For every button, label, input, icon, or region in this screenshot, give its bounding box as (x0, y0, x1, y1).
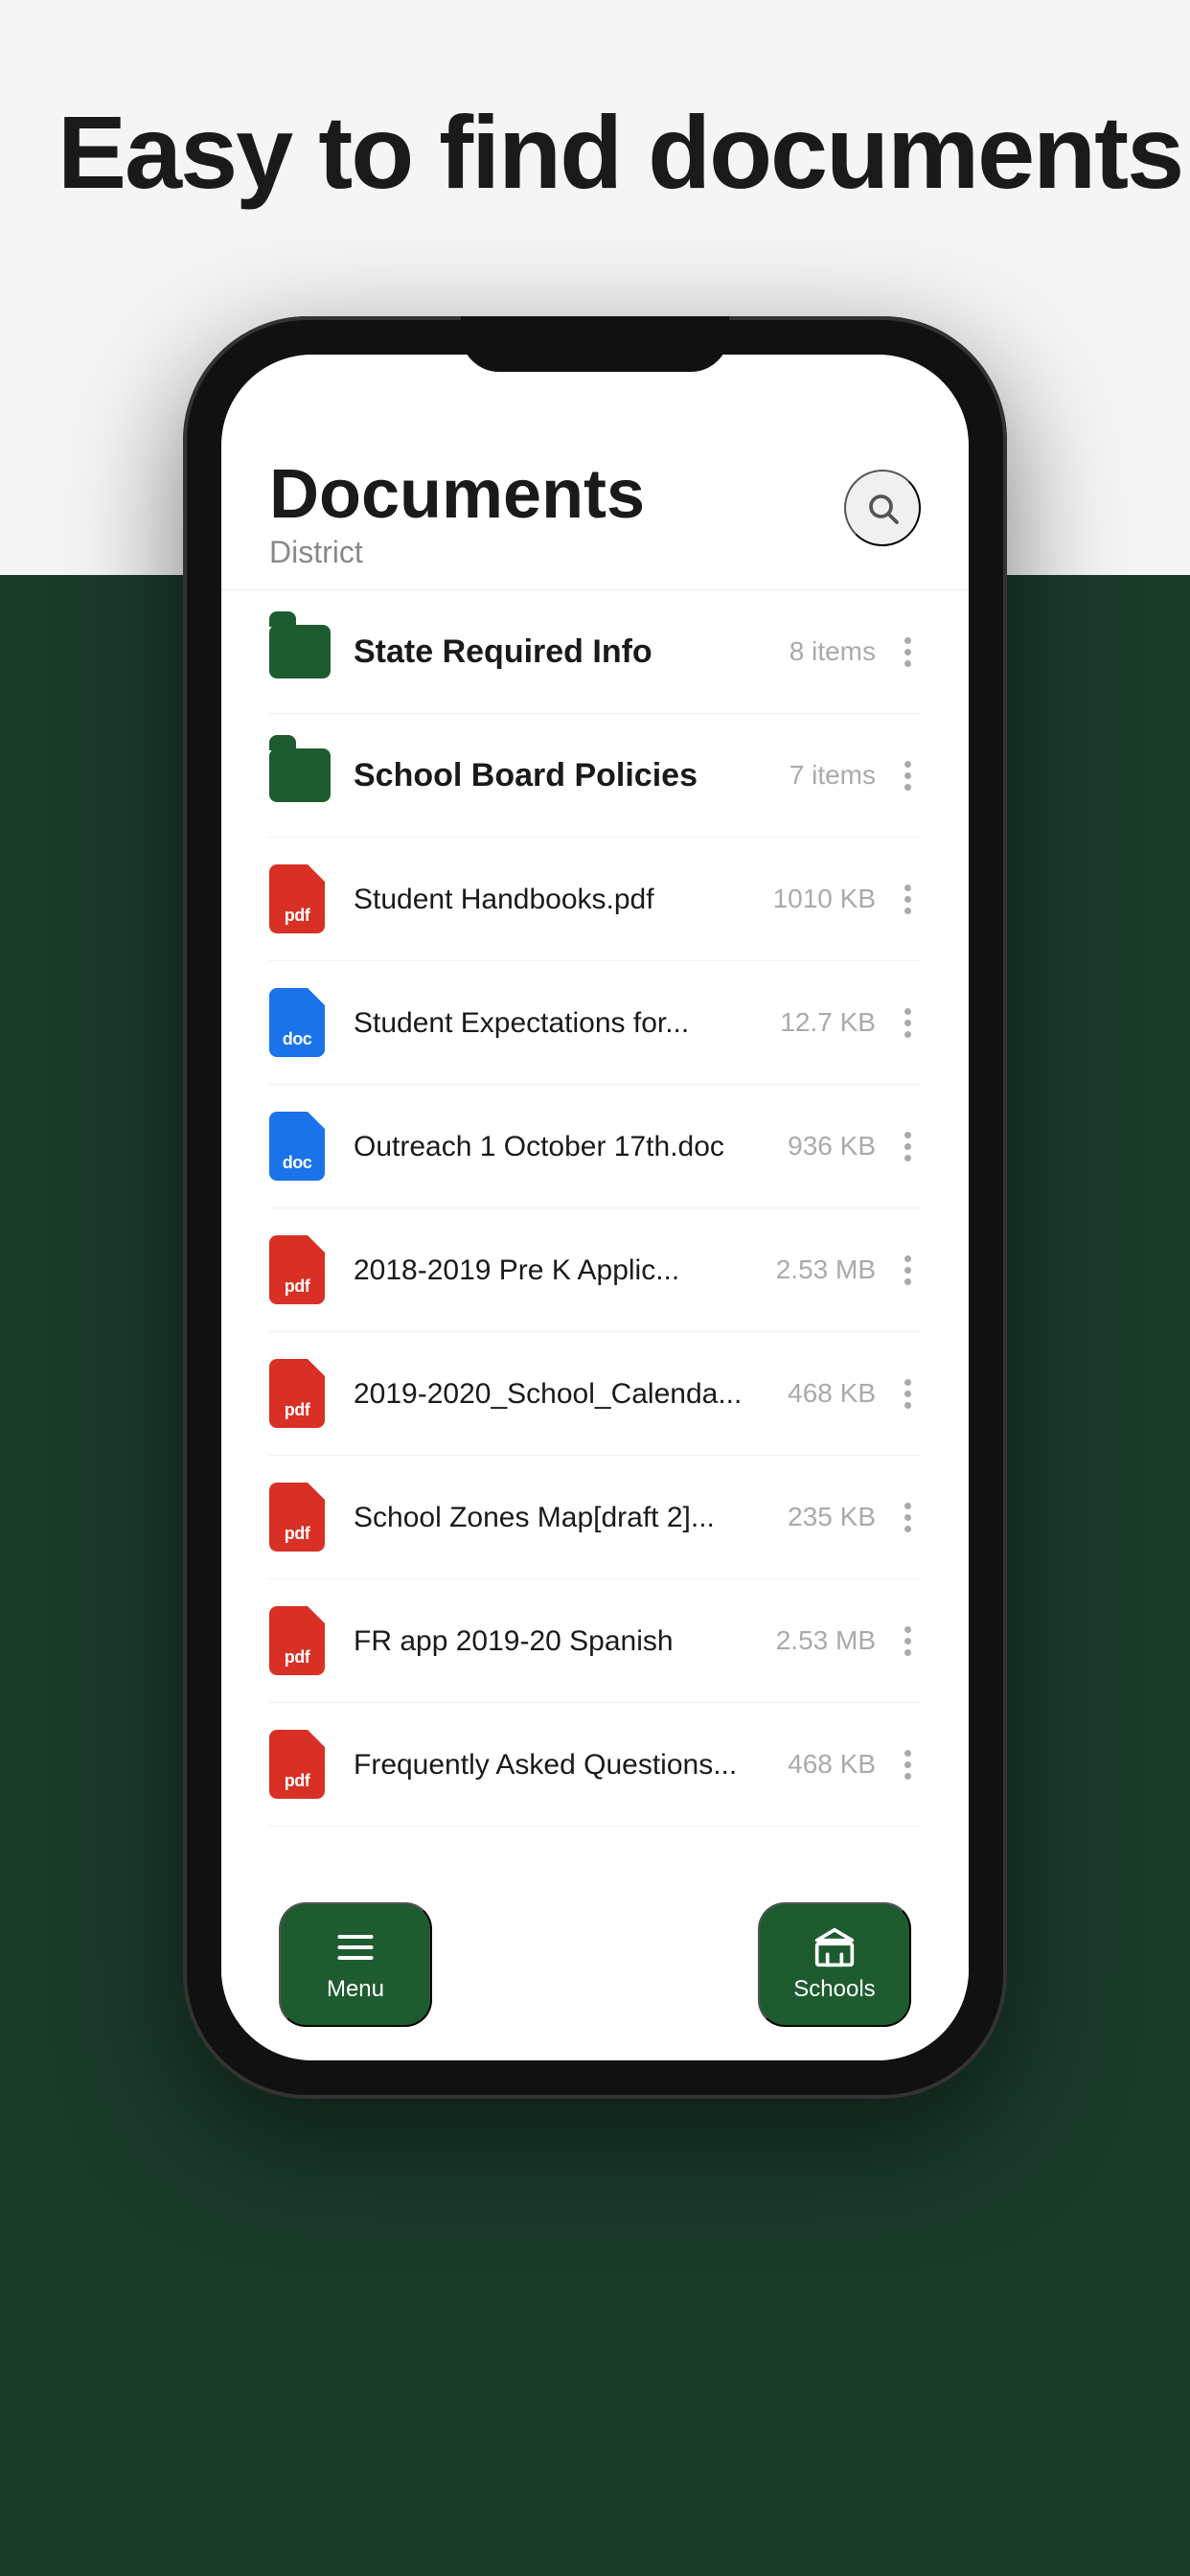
folder-name-board: School Board Policies (354, 754, 790, 796)
file-meta-spanish: 2.53 MB (776, 1625, 876, 1656)
file-item[interactable]: pdf FR app 2019-20 Spanish 2.53 MB (269, 1579, 921, 1703)
file-name-prek: 2018-2019 Pre K Applic... (354, 1252, 776, 1289)
file-meta-calendar: 468 KB (788, 1378, 876, 1409)
file-item[interactable]: pdf 2018-2019 Pre K Applic... 2.53 MB (269, 1208, 921, 1332)
more-button-calendar[interactable] (895, 1369, 921, 1418)
app-header: Documents District (269, 431, 921, 589)
file-meta-zones: 235 KB (788, 1502, 876, 1532)
file-item[interactable]: pdf 2019-2020_School_Calenda... 468 KB (269, 1332, 921, 1456)
more-button-handbooks[interactable] (895, 875, 921, 924)
file-name-calendar: 2019-2020_School_Calenda... (354, 1375, 788, 1413)
file-item[interactable]: pdf School Zones Map[draft 2]... 235 KB (269, 1456, 921, 1579)
documents-title: Documents (269, 460, 645, 529)
more-button-zones[interactable] (895, 1493, 921, 1542)
file-meta-handbooks: 1010 KB (773, 884, 876, 914)
phone-frame: Documents District (183, 316, 1007, 2099)
more-button-spanish[interactable] (895, 1617, 921, 1666)
district-subtitle: District (269, 535, 645, 570)
file-name-spanish: FR app 2019-20 Spanish (354, 1622, 776, 1660)
folder-meta-board: 7 items (790, 760, 876, 791)
more-button-state[interactable] (895, 628, 921, 677)
hero-title: Easy to find documents (57, 96, 1182, 210)
file-item[interactable]: doc Student Expectations for... 12.7 KB (269, 961, 921, 1085)
file-name-outreach: Outreach 1 October 17th.doc (354, 1128, 788, 1165)
pdf-icon-prek: pdf (269, 1235, 331, 1304)
schools-button[interactable]: Schools (758, 1902, 911, 2027)
file-name-expectations: Student Expectations for... (354, 1004, 780, 1042)
pdf-icon-spanish: pdf (269, 1606, 331, 1675)
file-meta-expectations: 12.7 KB (780, 1007, 876, 1038)
more-button-prek[interactable] (895, 1246, 921, 1295)
pdf-icon-calendar: pdf (269, 1359, 331, 1428)
file-item[interactable]: pdf Frequently Asked Questions... 468 KB (269, 1703, 921, 1827)
more-button-faq[interactable] (895, 1740, 921, 1789)
header-text: Documents District (269, 460, 645, 570)
pdf-icon-handbooks: pdf (269, 864, 331, 933)
pdf-icon-zones: pdf (269, 1483, 331, 1552)
phone-mockup: Documents District (183, 316, 1007, 2099)
file-name-handbooks: Student Handbooks.pdf (354, 881, 773, 918)
more-button-board[interactable] (895, 751, 921, 800)
file-item[interactable]: pdf Student Handbooks.pdf 1010 KB (269, 838, 921, 961)
schools-label: Schools (793, 1976, 875, 2003)
app-content: Documents District (221, 431, 969, 1888)
doc-icon-expectations: doc (269, 988, 331, 1057)
bottom-nav: Menu Schools (221, 1888, 969, 2060)
more-button-outreach[interactable] (895, 1122, 921, 1171)
phone-notch (461, 316, 729, 372)
folder-item[interactable]: State Required Info 8 items (269, 590, 921, 714)
folder-name-state: State Required Info (354, 631, 790, 673)
phone-screen: Documents District (221, 355, 969, 2060)
search-button[interactable] (844, 470, 921, 546)
file-meta-prek: 2.53 MB (776, 1254, 876, 1285)
folder-item[interactable]: School Board Policies 7 items (269, 714, 921, 838)
file-name-zones: School Zones Map[draft 2]... (354, 1499, 788, 1536)
file-list: State Required Info 8 items School Board… (269, 590, 921, 1888)
menu-label: Menu (327, 1976, 384, 2003)
menu-button[interactable]: Menu (279, 1902, 432, 2027)
more-button-expectations[interactable] (895, 999, 921, 1047)
folder-icon-board (269, 741, 331, 810)
file-name-faq: Frequently Asked Questions... (354, 1746, 788, 1783)
file-item[interactable]: doc Outreach 1 October 17th.doc 936 KB (269, 1085, 921, 1208)
folder-icon-state (269, 617, 331, 686)
file-meta-outreach: 936 KB (788, 1131, 876, 1162)
pdf-icon-faq: pdf (269, 1730, 331, 1799)
doc-icon-outreach: doc (269, 1112, 331, 1181)
folder-meta-state: 8 items (790, 636, 876, 667)
file-meta-faq: 468 KB (788, 1749, 876, 1780)
